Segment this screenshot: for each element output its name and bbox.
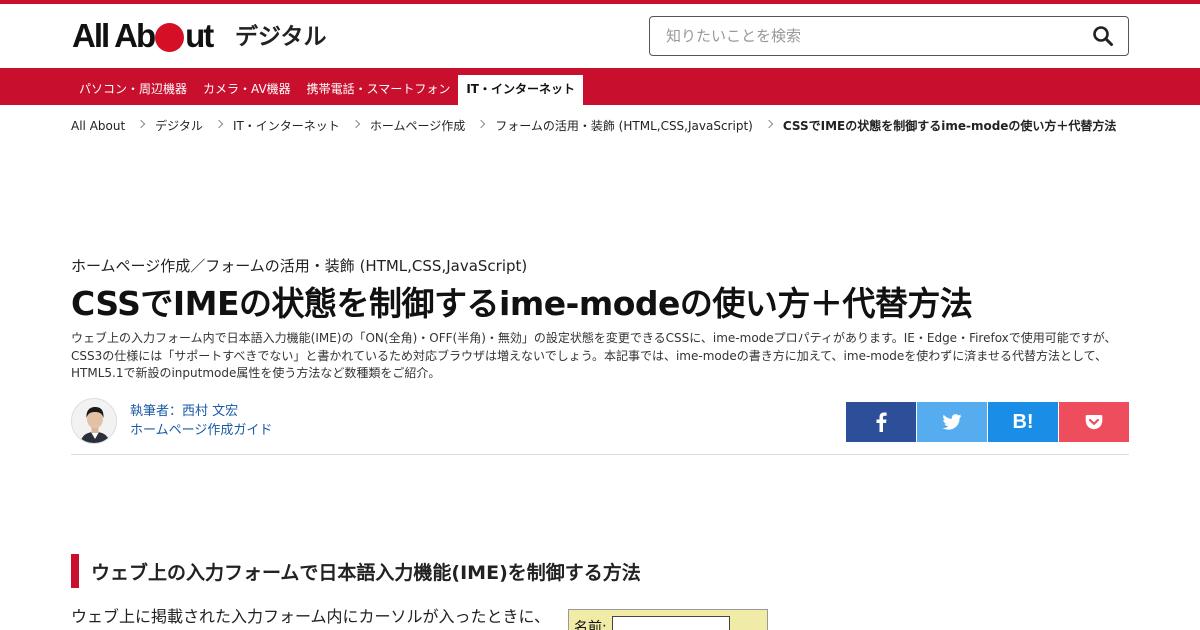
- section-heading: ウェブ上の入力フォームで日本語入力機能(IME)を制御する方法: [71, 554, 641, 588]
- site-name[interactable]: デジタル: [235, 22, 327, 52]
- facebook-icon: [876, 412, 887, 432]
- form-sample-image: 名前:: [568, 609, 768, 630]
- heading-accent-bar: [71, 554, 79, 588]
- breadcrumb-link-allabout[interactable]: All About: [71, 117, 125, 135]
- pocket-icon: [1085, 415, 1103, 430]
- hatena-bookmark-button[interactable]: B!: [988, 402, 1058, 442]
- divider: [71, 454, 1129, 455]
- nav-item-pc[interactable]: パソコン・周辺機器: [71, 75, 195, 105]
- breadcrumb-link-digital[interactable]: デジタル: [155, 117, 203, 135]
- twitter-icon: [942, 414, 962, 430]
- section-heading-text: ウェブ上の入力フォームで日本語入力機能(IME)を制御する方法: [91, 561, 641, 584]
- article-title: CSSでIMEの状態を制御するime-modeの使い方＋代替方法: [71, 284, 973, 323]
- logo-text-right: ut: [185, 17, 214, 54]
- search-input[interactable]: [650, 17, 1070, 55]
- author-name-link[interactable]: 執筆者：西村 文宏: [130, 402, 272, 421]
- share-buttons: B!: [846, 402, 1129, 442]
- article-lead: ウェブ上の入力フォーム内で日本語入力機能(IME)の「ON(全角)・OFF(半角…: [71, 331, 1117, 380]
- nav-item-it-internet[interactable]: IT・インターネット: [458, 75, 583, 105]
- logo-text-left: All Ab: [72, 17, 156, 54]
- category-nav: パソコン・周辺機器 カメラ・AV機器 携帯電話・スマートフォン IT・インターネ…: [0, 68, 1200, 105]
- breadcrumb-link-it[interactable]: IT・インターネット: [233, 117, 340, 135]
- chevron-right-icon: [214, 119, 224, 129]
- twitter-share-button[interactable]: [917, 402, 987, 442]
- breadcrumb-link-homepage[interactable]: ホームページ作成: [370, 117, 465, 135]
- site-header: All Ab ut デジタル: [0, 4, 1200, 68]
- chevron-right-icon: [136, 119, 146, 129]
- nav-item-mobile[interactable]: 携帯電話・スマートフォン: [299, 75, 459, 105]
- breadcrumb: All About デジタル IT・インターネット ホームページ作成 フォームの…: [71, 117, 1116, 135]
- search-icon[interactable]: [1092, 25, 1114, 47]
- breadcrumb-current: CSSでIMEの状態を制御するime-modeの使い方＋代替方法: [782, 119, 1117, 133]
- breadcrumb-link-form[interactable]: フォームの活用・装飾 (HTML,CSS,JavaScript): [495, 117, 753, 135]
- logo-o-dot-icon: [155, 22, 185, 52]
- form-sample-label: 名前:: [574, 620, 607, 630]
- section-body-text: ウェブ上に掲載された入力フォーム内にカーソルが入ったときに、: [71, 607, 551, 626]
- allabout-logo[interactable]: All Ab ut: [72, 17, 214, 54]
- article-category: ホームページ作成／フォームの活用・装飾 (HTML,CSS,JavaScript…: [71, 257, 528, 275]
- author-role-link[interactable]: ホームページ作成ガイド: [130, 421, 272, 440]
- author-avatar[interactable]: [71, 398, 117, 444]
- facebook-share-button[interactable]: [846, 402, 916, 442]
- chevron-right-icon: [476, 119, 486, 129]
- form-sample-input: [612, 616, 730, 630]
- chevron-right-icon: [351, 119, 361, 129]
- hatena-icon: B!: [1012, 410, 1034, 433]
- chevron-right-icon: [764, 119, 774, 129]
- author-block: 執筆者：西村 文宏 ホームページ作成ガイド: [71, 398, 272, 444]
- pocket-save-button[interactable]: [1059, 402, 1129, 442]
- nav-item-camera[interactable]: カメラ・AV機器: [195, 75, 299, 105]
- search-box: [649, 16, 1129, 56]
